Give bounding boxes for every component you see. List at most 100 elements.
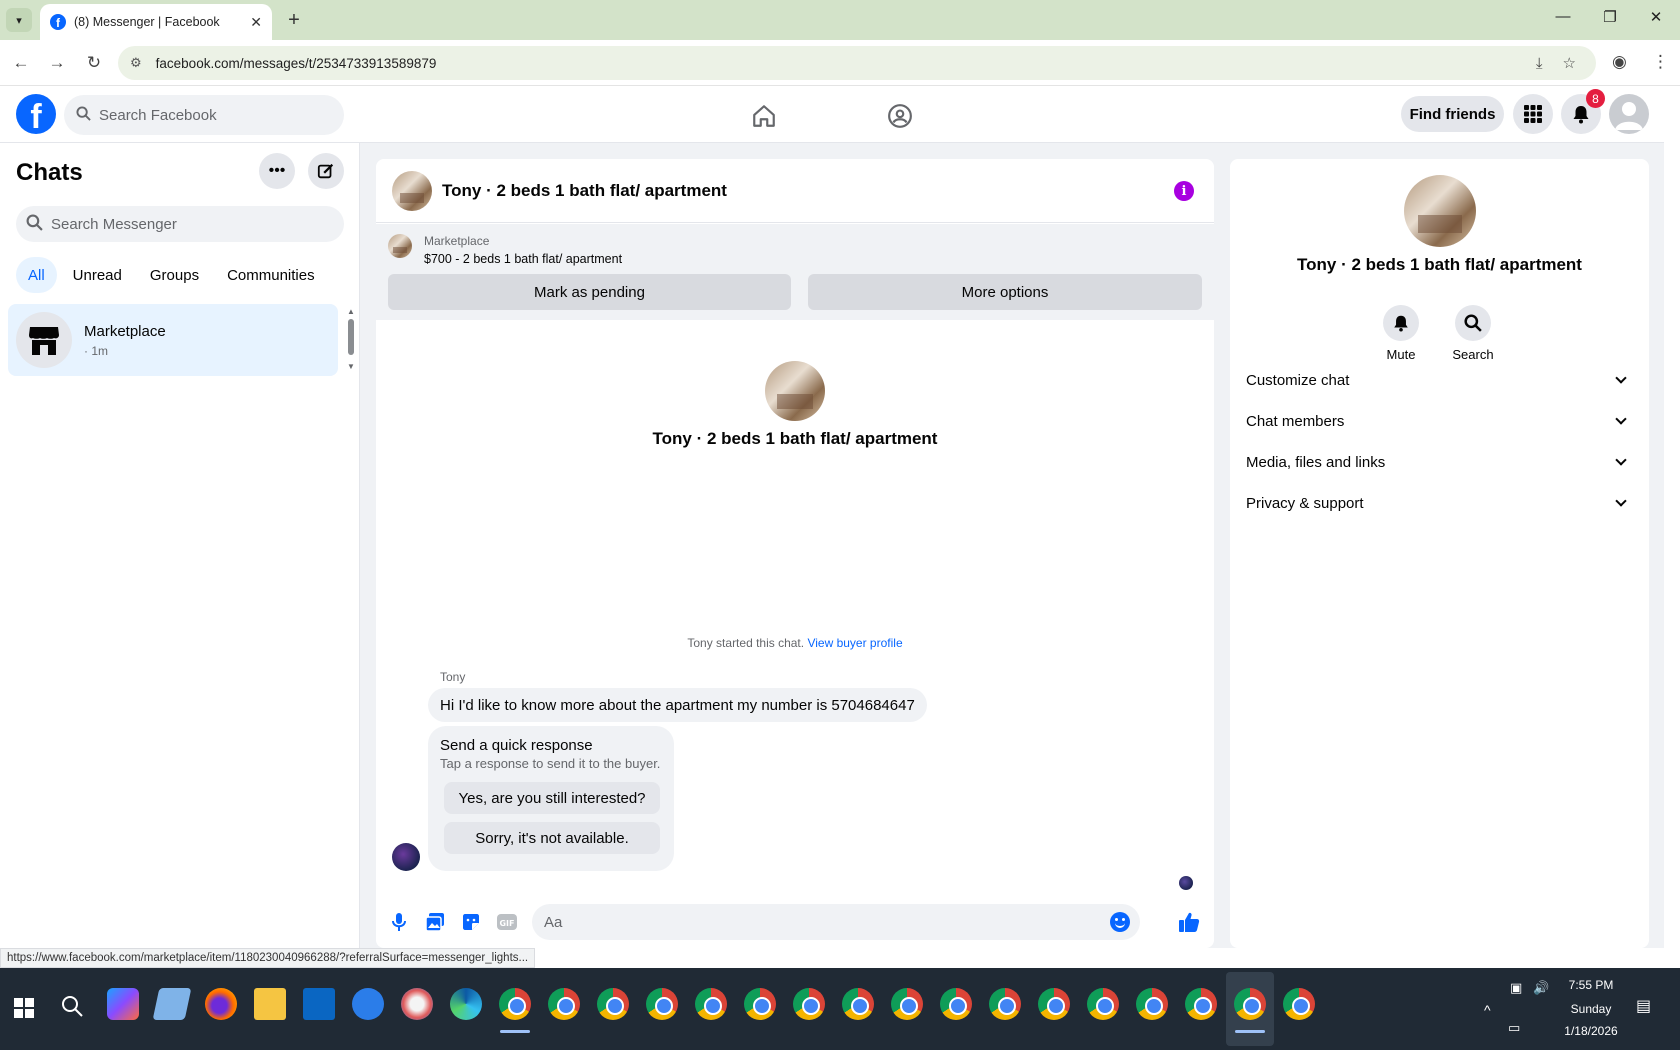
sender-avatar[interactable] bbox=[392, 843, 420, 871]
quick-response-option[interactable]: Yes, are you still interested? bbox=[444, 782, 660, 814]
chrome-icon[interactable] bbox=[1136, 988, 1168, 1020]
find-friends-button[interactable]: Find friends bbox=[1401, 96, 1504, 132]
menu-grid-icon[interactable] bbox=[1513, 94, 1553, 134]
listing-avatar[interactable] bbox=[392, 170, 432, 211]
message-bubble[interactable]: Hi I'd like to know more about the apart… bbox=[428, 688, 927, 722]
store-app-icon[interactable] bbox=[303, 988, 335, 1020]
groups-nav-icon[interactable] bbox=[880, 98, 920, 134]
filter-unread[interactable]: Unread bbox=[61, 257, 134, 293]
url-text[interactable]: facebook.com/messages/t/2534733913589879 bbox=[156, 56, 1536, 71]
filter-all[interactable]: All bbox=[16, 257, 57, 293]
conversation-title[interactable]: Tony · 2 beds 1 bath flat/ apartment bbox=[442, 181, 727, 201]
chrome-icon[interactable] bbox=[499, 988, 531, 1020]
chrome-icon[interactable] bbox=[1185, 988, 1217, 1020]
site-info-icon[interactable]: ⚙ bbox=[130, 55, 142, 71]
emoji-icon[interactable] bbox=[1110, 912, 1130, 932]
camera-mic-icon[interactable]: ▣ bbox=[1510, 980, 1522, 996]
volume-icon[interactable]: 🔊 bbox=[1533, 980, 1549, 996]
section-privacy-support[interactable]: Privacy & support bbox=[1246, 483, 1633, 523]
omnibox[interactable]: ⚙ facebook.com/messages/t/25347339135898… bbox=[118, 46, 1596, 80]
chrome-icon[interactable] bbox=[548, 988, 580, 1020]
chrome-icon[interactable] bbox=[842, 988, 874, 1020]
chat-list-item-marketplace[interactable]: Marketplace · 1m bbox=[8, 304, 338, 376]
view-buyer-profile-link[interactable]: View buyer profile bbox=[807, 636, 902, 650]
new-tab-button[interactable]: + bbox=[282, 8, 306, 32]
section-media-files-links[interactable]: Media, files and links bbox=[1246, 442, 1633, 482]
chrome-icon[interactable] bbox=[1283, 988, 1315, 1020]
account-avatar[interactable] bbox=[1609, 94, 1649, 134]
mark-as-pending-button[interactable]: Mark as pending bbox=[388, 274, 791, 310]
gif-icon[interactable]: GIF bbox=[496, 911, 518, 933]
search-action[interactable]: Search bbox=[1443, 305, 1503, 362]
restore-button[interactable]: ❐ bbox=[1590, 8, 1630, 26]
clock-time[interactable]: 7:55 PM bbox=[1556, 978, 1626, 992]
sticker-icon[interactable] bbox=[460, 911, 482, 933]
tab-search-button[interactable]: ▾ bbox=[6, 8, 32, 32]
install-app-icon[interactable]: ⤓ bbox=[1536, 55, 1543, 72]
facebook-logo-icon[interactable]: f bbox=[16, 94, 56, 134]
clock-date[interactable]: 1/18/2026 bbox=[1556, 1024, 1626, 1038]
filter-communities[interactable]: Communities bbox=[215, 257, 327, 293]
chrome-icon[interactable] bbox=[1234, 988, 1266, 1020]
scroll-down-arrow-icon[interactable]: ▼ bbox=[347, 362, 355, 371]
quick-response-option[interactable]: Sorry, it's not available. bbox=[444, 822, 660, 854]
browser-profile-icon[interactable]: ◉ bbox=[1612, 52, 1627, 72]
message-input-box[interactable] bbox=[532, 904, 1140, 940]
window-close-button[interactable]: ✕ bbox=[1636, 8, 1676, 26]
tray-expand-chevron-icon[interactable]: ^ bbox=[1484, 1002, 1491, 1018]
copilot-app-icon[interactable] bbox=[107, 988, 139, 1020]
network-icon[interactable]: ▭ bbox=[1508, 1020, 1520, 1036]
chrome-icon[interactable] bbox=[744, 988, 776, 1020]
chat-list-scrollbar[interactable] bbox=[348, 319, 354, 355]
taskbar-search-icon[interactable] bbox=[60, 994, 84, 1023]
chrome-icon[interactable] bbox=[646, 988, 678, 1020]
section-chat-members[interactable]: Chat members bbox=[1246, 401, 1633, 441]
listing-thumbnail[interactable] bbox=[388, 234, 412, 258]
page-scrollbar[interactable] bbox=[1664, 86, 1680, 968]
section-customize-chat[interactable]: Customize chat bbox=[1246, 360, 1633, 400]
browser-menu-icon[interactable]: ⋮ bbox=[1652, 52, 1669, 72]
filter-groups[interactable]: Groups bbox=[138, 257, 211, 293]
scroll-up-arrow-icon[interactable]: ▲ bbox=[347, 307, 355, 316]
tab-close-icon[interactable]: ✕ bbox=[250, 14, 262, 31]
phone-app-icon[interactable] bbox=[352, 988, 384, 1020]
chrome-icon[interactable] bbox=[793, 988, 825, 1020]
back-button[interactable]: ← bbox=[8, 50, 34, 76]
chrome-icon[interactable] bbox=[891, 988, 923, 1020]
notification-center-icon[interactable]: ▤ bbox=[1636, 996, 1651, 1016]
facebook-search-input[interactable] bbox=[99, 106, 319, 124]
home-nav-icon[interactable] bbox=[744, 98, 784, 134]
like-thumbs-up-icon[interactable] bbox=[1178, 911, 1200, 933]
conversation-info-icon[interactable]: i bbox=[1174, 181, 1194, 201]
message-input[interactable] bbox=[544, 913, 1084, 931]
file-explorer-icon[interactable] bbox=[254, 988, 286, 1020]
firefox-app-icon[interactable] bbox=[205, 988, 237, 1020]
chrome-icon[interactable] bbox=[1038, 988, 1070, 1020]
mute-action[interactable]: Mute bbox=[1371, 305, 1431, 362]
messenger-search[interactable] bbox=[16, 206, 344, 242]
photo-attach-icon[interactable] bbox=[424, 911, 446, 933]
clock-day[interactable]: Sunday bbox=[1556, 1002, 1626, 1016]
facebook-search[interactable] bbox=[64, 95, 344, 135]
edge-browser-icon[interactable] bbox=[450, 988, 482, 1020]
listing-price-title[interactable]: $700 - 2 beds 1 bath flat/ apartment bbox=[424, 252, 622, 266]
search-icon[interactable] bbox=[1455, 305, 1491, 341]
more-options-button[interactable]: More options bbox=[808, 274, 1202, 310]
chrome-icon[interactable] bbox=[597, 988, 629, 1020]
info-panel-avatar[interactable] bbox=[1404, 175, 1476, 247]
chrome-icon[interactable] bbox=[989, 988, 1021, 1020]
mute-bell-icon[interactable] bbox=[1383, 305, 1419, 341]
bookmark-star-icon[interactable]: ☆ bbox=[1563, 54, 1576, 72]
chrome-icon[interactable] bbox=[1087, 988, 1119, 1020]
browser-tab[interactable]: f (8) Messenger | Facebook ✕ bbox=[40, 4, 272, 40]
paint-app-icon[interactable] bbox=[401, 988, 433, 1020]
minimize-button[interactable]: — bbox=[1543, 8, 1583, 25]
chrome-icon[interactable] bbox=[695, 988, 727, 1020]
windows-start-icon[interactable] bbox=[14, 998, 34, 1018]
chats-options-icon[interactable]: ••• bbox=[259, 153, 295, 189]
forward-button[interactable]: → bbox=[44, 50, 70, 76]
reload-button[interactable]: ↻ bbox=[81, 50, 107, 76]
notes-app-icon[interactable] bbox=[152, 988, 192, 1020]
chrome-icon[interactable] bbox=[940, 988, 972, 1020]
microphone-icon[interactable] bbox=[388, 911, 410, 933]
